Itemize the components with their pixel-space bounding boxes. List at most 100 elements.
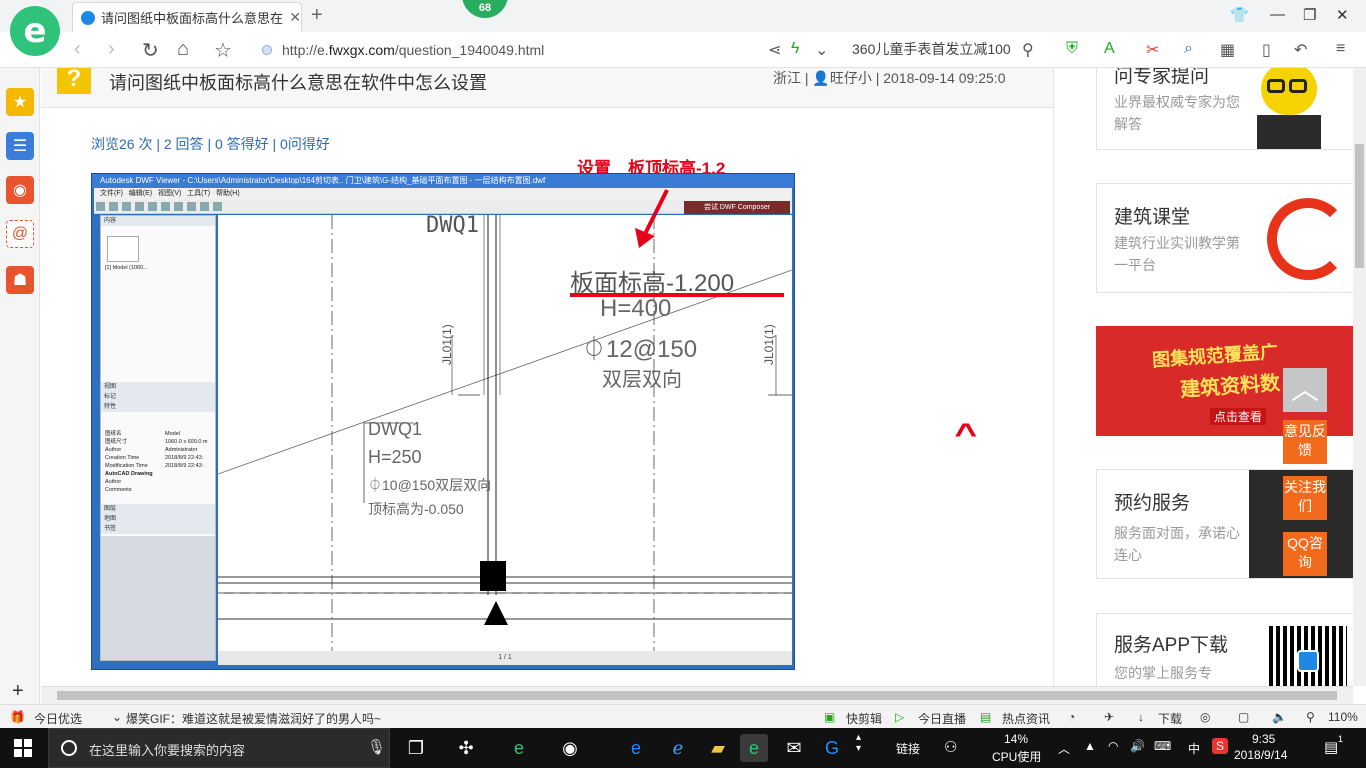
forward-icon[interactable]: ›	[108, 38, 115, 61]
ask-expert-card[interactable]: 问专家提问 业界最权威专家为您解答	[1096, 68, 1353, 150]
question-stats[interactable]: 浏览26 次 | 2 回答 | 0 答得好 | 0问得好	[91, 134, 330, 154]
url-field[interactable]: http://e. fwxgx.com/question_1940049.html	[262, 39, 762, 61]
pin-icon[interactable]: ✈	[1104, 710, 1114, 724]
news-ticker[interactable]: 爆笑GIF：难道这就是被爱情滋润好了的男人吗~	[126, 710, 381, 727]
notification-center-icon[interactable]: ▤	[1324, 738, 1338, 756]
g-app-icon[interactable]: G	[818, 734, 846, 762]
zoom-icon[interactable]: ⚲	[1306, 710, 1315, 724]
tray-chevron-icon[interactable]: ︿	[1058, 740, 1070, 757]
browser-360-icon[interactable]: e	[505, 734, 533, 762]
mail-icon[interactable]: @	[6, 220, 34, 248]
magnifier-icon[interactable]: ⌕	[1184, 40, 1193, 58]
clip-link[interactable]: 快剪辑	[846, 710, 882, 727]
people-icon[interactable]: ⚇	[944, 738, 957, 756]
follow-button[interactable]: 关注我们	[1283, 476, 1327, 520]
add-sidebar-button[interactable]: +	[12, 680, 24, 703]
class-card[interactable]: 建筑课堂 建筑行业实训教学第一平台	[1096, 183, 1353, 293]
active-browser-icon[interactable]: e	[740, 734, 768, 762]
chevron-down-icon[interactable]: ⌄	[112, 710, 122, 724]
cpu-percent: 14%	[1004, 732, 1029, 746]
clock-date[interactable]: 2018/9/14	[1234, 748, 1287, 762]
window-icon[interactable]: ▢	[1238, 710, 1249, 724]
file-explorer-icon[interactable]: ▰	[704, 734, 732, 762]
clock-time[interactable]: 9:35	[1252, 732, 1275, 746]
scissors-icon[interactable]: ✂	[1146, 40, 1159, 60]
apps-grid-icon[interactable]: ▦	[1220, 40, 1235, 60]
mail-app-icon[interactable]: ✉	[780, 734, 808, 762]
vertical-scroll-thumb[interactable]	[1355, 144, 1364, 268]
favorite-star-icon[interactable]: ☆	[214, 38, 232, 63]
hot-icon[interactable]: ▤	[980, 710, 991, 724]
speedometer-icon[interactable]: ◔	[1068, 710, 1075, 724]
embedded-screenshot[interactable]: Autodesk DWF Viewer - C:\Users\Administr…	[91, 173, 795, 670]
clip-icon[interactable]: ▣	[824, 710, 835, 724]
browser-tab[interactable]: 请问图纸中板面标高什么意思在软 ✕	[72, 2, 302, 32]
live-link[interactable]: 今日直播	[918, 710, 966, 727]
shield-icon[interactable]: ⛨	[1066, 40, 1078, 58]
pinwheel-app-icon[interactable]: ✣	[452, 734, 480, 762]
qq-button[interactable]: QQ咨询	[1283, 532, 1327, 576]
back-to-top-icon[interactable]: ︿	[1283, 368, 1327, 412]
new-tab-button[interactable]: +	[311, 4, 323, 27]
sogou-icon[interactable]: S	[1212, 738, 1228, 754]
taskbar-scroll-icon[interactable]: ▴ ▾	[856, 732, 861, 754]
download-link[interactable]: 下载	[1158, 710, 1182, 727]
link-label[interactable]: 链接	[896, 740, 920, 757]
back-icon[interactable]: ‹	[74, 38, 81, 61]
download-icon[interactable]: ↓	[1138, 710, 1144, 724]
edge-icon[interactable]: e	[622, 734, 650, 762]
today-picks[interactable]: 今日优选	[34, 710, 82, 727]
horizontal-scroll-thumb[interactable]	[57, 691, 1337, 700]
hot-link[interactable]: 热点资讯	[1002, 710, 1050, 727]
ime-indicator[interactable]: 中	[1188, 740, 1200, 757]
skin-icon[interactable]: 👕	[1230, 6, 1249, 24]
refresh-icon[interactable]: ↻	[142, 38, 159, 63]
windows-start-icon[interactable]	[14, 739, 32, 757]
taskbar-search-placeholder: 在这里输入你要搜索的内容	[89, 743, 246, 758]
keyboard-icon[interactable]: ⌨	[1154, 739, 1171, 753]
search-icon[interactable]: ⚲	[1022, 40, 1034, 60]
close-window-button[interactable]: ✕	[1336, 6, 1349, 24]
feedback-button[interactable]: 意见反馈	[1283, 420, 1327, 464]
horizontal-scrollbar[interactable]	[41, 686, 1353, 704]
live-icon[interactable]: ▷	[895, 710, 904, 724]
notification-badge[interactable]: 68	[462, 0, 508, 18]
network-icon[interactable]: ▲	[1084, 739, 1096, 753]
taskbar-search[interactable]: 在这里输入你要搜索的内容 🎙	[48, 728, 390, 768]
app-logo-icon	[1297, 650, 1319, 672]
phone-icon[interactable]: ▯	[1262, 40, 1271, 60]
browser-logo[interactable]: e	[10, 6, 60, 56]
search-suggestion[interactable]: 360儿童手表首发立减100	[852, 39, 1011, 59]
prop-key: Author	[105, 447, 122, 453]
maximize-button[interactable]: ❐	[1303, 6, 1316, 24]
lightning-icon[interactable]: ϟ	[791, 40, 799, 58]
gift-icon[interactable]: 🎁	[10, 710, 25, 724]
speaker-icon[interactable]: 🔊	[1130, 739, 1145, 753]
ie-mode-icon[interactable]: ◎	[1200, 710, 1210, 724]
dropdown-chevron-icon[interactable]: ⌄	[815, 40, 828, 60]
chrome-like-icon[interactable]: ◉	[556, 734, 584, 762]
ie-icon[interactable]: ℯ	[664, 734, 692, 762]
app-download-card[interactable]: 服务APP下载 您的掌上服务专	[1096, 613, 1353, 686]
app-subtitle: 您的掌上服务专	[1114, 665, 1212, 681]
banner-cta[interactable]: 点击查看	[1210, 408, 1267, 425]
minimize-button[interactable]: —	[1270, 6, 1285, 23]
share-icon[interactable]: ⋖	[768, 40, 781, 60]
microphone-icon[interactable]: 🎙	[367, 738, 386, 756]
volume-icon[interactable]: 🔈	[1272, 710, 1287, 724]
wifi-icon[interactable]: ◠	[1108, 739, 1118, 753]
news-icon[interactable]: ☰	[6, 132, 34, 160]
zoom-level[interactable]: 110%	[1328, 710, 1358, 724]
undo-icon[interactable]: ↶	[1294, 40, 1307, 60]
task-view-icon[interactable]: ❐	[402, 734, 430, 762]
close-tab-icon[interactable]: ✕	[289, 9, 301, 26]
menu-icon[interactable]: ≡	[1336, 40, 1345, 58]
translate-icon[interactable]: A	[1104, 40, 1115, 58]
weibo-icon[interactable]: ◉	[6, 176, 34, 204]
vertical-scrollbar[interactable]	[1353, 68, 1366, 686]
favorites-icon[interactable]: ★	[6, 88, 34, 116]
cad-label-dwq-top: DWQ1	[426, 215, 479, 238]
game-icon[interactable]: ☗	[6, 266, 34, 294]
panel-section: 标记	[101, 392, 215, 402]
home-icon[interactable]: ⌂	[177, 38, 189, 61]
